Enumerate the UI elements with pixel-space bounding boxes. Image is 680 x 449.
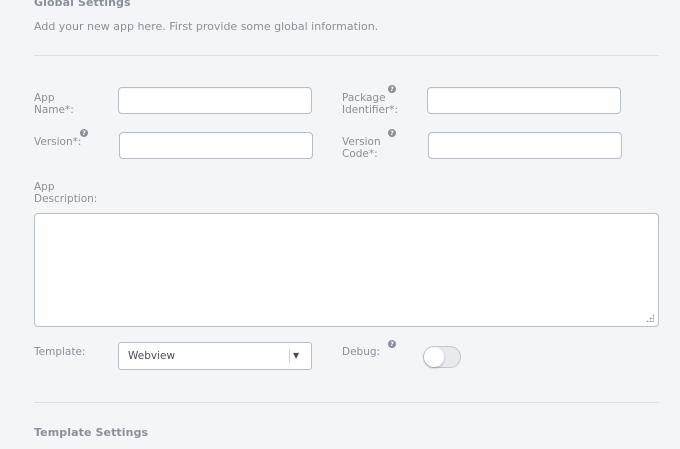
version-code-help-icon[interactable]: ? (388, 129, 396, 137)
global-settings-title: Global Settings (34, 0, 131, 9)
chevron-down-icon: ▼ (293, 351, 300, 360)
package-identifier-input[interactable] (427, 87, 621, 114)
package-identifier-label: Package Identifier*: (342, 92, 399, 116)
select-separator (289, 349, 290, 363)
resize-handle-icon[interactable] (646, 314, 654, 322)
template-select[interactable]: Webview ▼ (118, 342, 312, 370)
version-code-input[interactable] (428, 132, 622, 159)
debug-label: Debug: (342, 346, 381, 358)
template-settings-title: Template Settings (34, 426, 149, 439)
app-description-textarea[interactable] (34, 213, 659, 327)
debug-toggle[interactable] (423, 346, 461, 368)
version-input[interactable] (119, 132, 313, 159)
template-label: Template: (34, 346, 86, 358)
divider (34, 55, 659, 56)
app-name-input[interactable] (118, 87, 312, 114)
version-help-icon[interactable]: ? (80, 129, 88, 137)
divider (34, 402, 659, 403)
debug-help-icon[interactable]: ? (388, 340, 396, 348)
app-name-label: App Name*: (34, 92, 74, 116)
package-identifier-help-icon[interactable]: ? (388, 85, 396, 93)
version-label: Version*: (34, 136, 82, 148)
template-select-value: Webview (128, 350, 176, 362)
version-code-label: Version Code*: (342, 136, 381, 160)
toggle-knob (424, 347, 444, 367)
global-settings-intro: Add your new app here. First provide som… (34, 20, 379, 33)
app-description-label: App Description: (34, 181, 98, 205)
